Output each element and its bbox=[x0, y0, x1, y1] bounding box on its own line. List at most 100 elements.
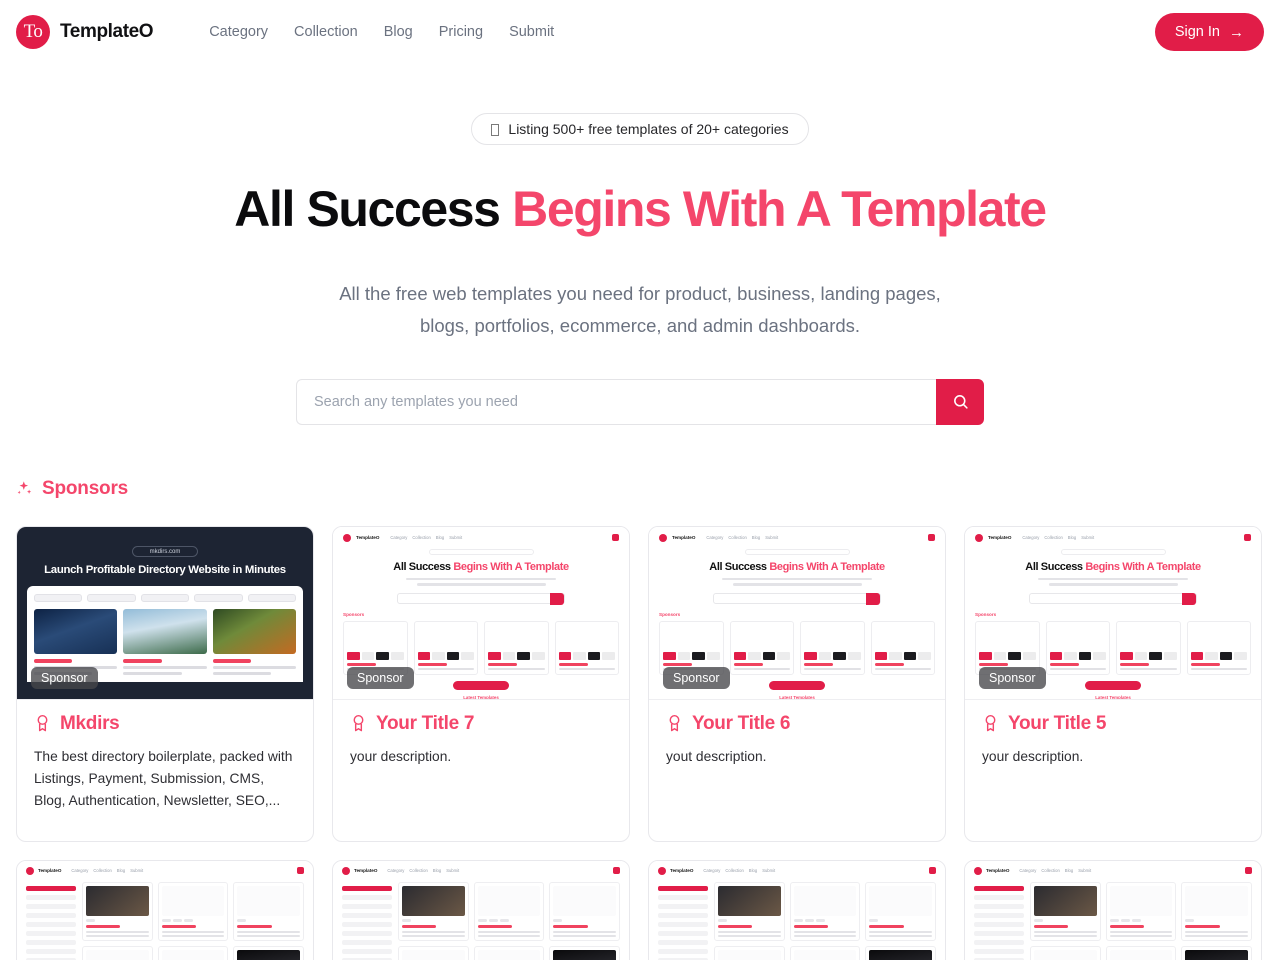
nav-item-pricing[interactable]: Pricing bbox=[439, 24, 483, 40]
preview-card bbox=[473, 881, 545, 942]
preview-body bbox=[658, 881, 936, 960]
card-thumbnail[interactable]: TemplateO Category Collection Blog Submi… bbox=[965, 526, 1261, 700]
card-thumbnail[interactable]: TemplateO Category Collection Blog Submi… bbox=[649, 860, 945, 960]
preview-cards bbox=[398, 881, 620, 960]
brand-logo[interactable]: To TemplateO bbox=[16, 15, 154, 49]
preview-logo-icon bbox=[343, 533, 351, 542]
sponsor-badge: Sponsor bbox=[347, 666, 414, 689]
card-thumbnail[interactable]: TemplateO Category Collection Blog Submi… bbox=[17, 860, 313, 960]
preview-cta-button bbox=[1085, 681, 1141, 691]
preview-logo-icon bbox=[975, 533, 983, 542]
search-button[interactable] bbox=[936, 378, 984, 425]
card-description: your description. bbox=[350, 748, 452, 764]
category-preview: TemplateO Category Collection Blog Submi… bbox=[333, 860, 629, 960]
arrow-right-icon: → bbox=[1229, 23, 1244, 41]
preview-nav: TemplateO Category Collection Blog Submi… bbox=[659, 533, 935, 542]
preview-body bbox=[342, 881, 620, 960]
award-icon bbox=[669, 714, 680, 732]
preview-card bbox=[549, 946, 620, 960]
preview-listing-cards bbox=[34, 608, 296, 675]
card-description: your description. bbox=[982, 748, 1084, 764]
preview-badge bbox=[1060, 548, 1166, 555]
card-thumbnail[interactable]: mkdirs.com Launch Profitable Directory W… bbox=[17, 526, 313, 700]
preview-listing-card bbox=[212, 608, 296, 675]
nav-item-blog[interactable]: Blog bbox=[384, 24, 413, 40]
preview-search-button bbox=[866, 592, 880, 606]
preview-card bbox=[484, 620, 549, 676]
template-card[interactable]: TemplateO Category Collection Blog Submi… bbox=[648, 859, 946, 960]
preview-headline-primary: All Success bbox=[393, 560, 451, 573]
site-header: To TemplateO Category Collection Blog Pr… bbox=[0, 0, 1280, 64]
sponsor-badge: Sponsor bbox=[979, 666, 1046, 689]
card-title: Your Title 7 bbox=[350, 713, 612, 735]
template-card[interactable]: TemplateO Category Collection Blog Submi… bbox=[332, 859, 630, 960]
search-input[interactable] bbox=[296, 378, 936, 425]
preview-logo-icon bbox=[659, 533, 667, 542]
preview-signin-button bbox=[928, 534, 935, 541]
card-description: The best directory boilerplate, packed w… bbox=[34, 748, 293, 809]
sponsor-card[interactable]: TemplateO Category Collection Blog Submi… bbox=[648, 525, 946, 842]
preview-card bbox=[233, 946, 304, 960]
preview-footer-label: Latest Templates bbox=[1095, 695, 1131, 700]
preview-search bbox=[1029, 592, 1197, 606]
card-title: Your Title 6 bbox=[666, 713, 928, 735]
preview-nav-link: Category bbox=[1022, 535, 1040, 540]
preview-brand: TemplateO bbox=[672, 535, 696, 540]
preview-brand: TemplateO bbox=[354, 868, 378, 873]
preview-brand: TemplateO bbox=[356, 535, 380, 540]
preview-card bbox=[157, 946, 229, 960]
preview-sponsors-label: Sponsors bbox=[343, 611, 365, 617]
preview-line bbox=[123, 665, 207, 669]
preview-subtitle bbox=[722, 577, 872, 586]
preview-title-bar bbox=[123, 658, 162, 663]
award-icon bbox=[37, 714, 48, 732]
preview-card bbox=[157, 881, 229, 942]
preview-card bbox=[865, 946, 936, 960]
preview-nav: TemplateO Category Collection Blog Submi… bbox=[974, 866, 1252, 875]
preview-headline-accent: Begins With A Template bbox=[769, 560, 885, 573]
preview-brand: TemplateO bbox=[986, 868, 1010, 873]
preview-signin-button bbox=[613, 867, 620, 874]
preview-image bbox=[212, 608, 296, 654]
preview-nav-links: Category Collection Blog Submit bbox=[706, 535, 778, 540]
nav-item-collection[interactable]: Collection bbox=[294, 24, 358, 40]
preview-badge bbox=[428, 548, 534, 555]
preview-filter bbox=[247, 593, 297, 602]
preview-nav-links: Category Collection Blog Submit bbox=[703, 868, 775, 873]
preview-headline: All Success Begins With A Template bbox=[343, 561, 619, 573]
preview-nav-link: Submit bbox=[130, 868, 144, 873]
card-thumbnail[interactable]: TemplateO Category Collection Blog Submi… bbox=[333, 526, 629, 700]
preview-sidebar bbox=[342, 882, 392, 960]
preview-card bbox=[1030, 881, 1101, 942]
nav-item-submit[interactable]: Submit bbox=[509, 24, 554, 40]
preview-nav-links: Category Collection Blog Submit bbox=[390, 535, 462, 540]
preview-card bbox=[233, 881, 304, 942]
template-card[interactable]: TemplateO Category Collection Blog Submi… bbox=[16, 859, 314, 960]
preview-card bbox=[1181, 946, 1252, 960]
sponsor-card[interactable]: TemplateO Category Collection Blog Submi… bbox=[964, 525, 1262, 842]
preview-card bbox=[1116, 620, 1181, 676]
preview-card bbox=[554, 620, 619, 676]
preview-headline: All Success Begins With A Template bbox=[975, 561, 1251, 573]
card-thumbnail[interactable]: TemplateO Category Collection Blog Submi… bbox=[649, 526, 945, 700]
headline-primary: All Success bbox=[234, 181, 501, 237]
preview-domain-badge: mkdirs.com bbox=[132, 545, 198, 557]
card-thumbnail[interactable]: TemplateO Category Collection Blog Submi… bbox=[965, 860, 1261, 960]
template-card[interactable]: TemplateO Category Collection Blog Submi… bbox=[964, 859, 1262, 960]
category-preview: TemplateO Category Collection Blog Submi… bbox=[649, 860, 945, 960]
sponsor-badge: Sponsor bbox=[663, 666, 730, 689]
preview-headline-primary: All Success bbox=[1025, 560, 1083, 573]
preview-nav-links: Category Collection Blog Submit bbox=[1019, 868, 1091, 873]
sign-in-button[interactable]: Sign In → bbox=[1154, 13, 1264, 51]
preview-body bbox=[26, 881, 304, 960]
card-title-label: Your Title 6 bbox=[692, 712, 791, 734]
nav-item-category[interactable]: Category bbox=[209, 24, 268, 40]
sponsor-card[interactable]: TemplateO Category Collection Blog Submi… bbox=[332, 525, 630, 842]
preview-body bbox=[974, 881, 1252, 960]
sponsor-card[interactable]: mkdirs.com Launch Profitable Directory W… bbox=[16, 525, 314, 842]
preview-search bbox=[713, 592, 881, 606]
preview-footer-label: Latest Templates bbox=[779, 695, 815, 700]
card-thumbnail[interactable]: TemplateO Category Collection Blog Submi… bbox=[333, 860, 629, 960]
preview-sidebar-item bbox=[26, 903, 76, 909]
preview-logo-icon bbox=[26, 866, 34, 875]
